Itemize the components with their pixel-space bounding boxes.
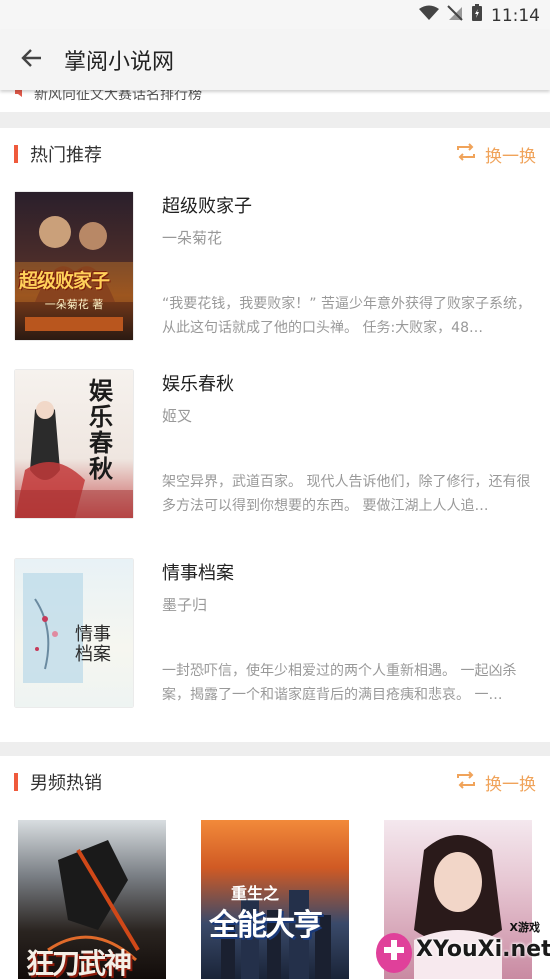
book-description: 一封恐吓信，使年少相爱过的两个人重新相遇。 一起凶杀案，揭露了一个和谐家庭背后的…: [162, 663, 517, 703]
book-cover[interactable]: 狂刀武神: [18, 820, 166, 979]
divider: [0, 742, 550, 756]
notice-bar[interactable]: 新风向征文大赛话名排行榜: [0, 88, 550, 110]
book-author: 一朵菊花: [162, 229, 223, 247]
book-author: 姬叉: [162, 407, 193, 425]
book-description: “我要花钱，我要败家！” 苦逼少年意外获得了败家子系统，从此这句话就成了他的口头…: [162, 296, 531, 336]
book-item[interactable]: 超级败家子 一朵菊花 著 超级败家子 一朵菊花 “我要花钱，我要败家！” 苦逼少…: [0, 192, 550, 362]
swap-button[interactable]: 换一换: [455, 142, 536, 167]
arrow-left-icon: [21, 47, 43, 73]
status-bar: 11:14: [0, 0, 550, 30]
watermark-brand: XYouXi.net: [416, 937, 550, 962]
cover-title: 超级败家子: [19, 270, 110, 292]
cover-title: 狂刀武神: [26, 947, 132, 979]
book-title: 情事档案: [162, 563, 234, 584]
cover-title: 娱乐春秋: [89, 377, 113, 483]
app-bar: 掌阅小说网: [0, 30, 550, 90]
book-item[interactable]: 情事档案 情事档案 墨子归 一封恐吓信，使年少相爱过的两个人重新相遇。 一起凶杀…: [0, 559, 550, 729]
book-cover[interactable]: 重生之 全能大亨: [201, 820, 349, 979]
section-header-male: 男频热销 换一换: [0, 756, 550, 808]
watermark-tag: X游戏: [509, 921, 540, 934]
section-title: 热门推荐: [30, 145, 102, 166]
book-title: 娱乐春秋: [162, 374, 234, 395]
section-accent-bar: [14, 773, 18, 791]
status-time: 11:14: [491, 5, 540, 26]
back-button[interactable]: [0, 30, 64, 90]
section-accent-bar: [14, 145, 18, 163]
swap-label: 换一换: [485, 774, 536, 795]
book-cover: 娱乐春秋: [15, 370, 133, 518]
book-cover: 情事档案: [15, 559, 133, 707]
refresh-icon: [455, 770, 477, 794]
swap-button[interactable]: 换一换: [455, 770, 536, 795]
notice-text: 新风向征文大赛话名排行榜: [34, 88, 202, 103]
refresh-icon: [455, 142, 477, 166]
cover-author: 一朵菊花 著: [44, 298, 104, 311]
book-item[interactable]: 娱乐春秋 娱乐春秋 姬叉 架空异界，武道百家。 现代人告诉他们，除了修行，还有很…: [0, 370, 550, 540]
section-title: 男频热销: [30, 773, 102, 794]
cover-title: 全能大亨: [209, 908, 323, 943]
book-description: 架空异界，武道百家。 现代人告诉他们，除了修行，还有很多方法可以得到你想要的东西…: [162, 474, 531, 514]
book-title: 超级败家子: [162, 196, 252, 217]
watermark-logo: X游戏 XYouXi.net: [374, 917, 550, 979]
signal-icon: [447, 5, 463, 26]
battery-icon: [471, 4, 483, 27]
book-cover: 超级败家子 一朵菊花 著: [15, 192, 133, 340]
speaker-icon: [14, 88, 28, 103]
cover-title: 情事档案: [75, 624, 111, 665]
divider: [0, 112, 550, 128]
book-author: 墨子归: [162, 596, 208, 614]
wifi-icon: [419, 5, 439, 26]
swap-label: 换一换: [485, 146, 536, 167]
section-header-hot: 热门推荐 换一换: [0, 128, 550, 180]
page-title: 掌阅小说网: [64, 50, 175, 75]
